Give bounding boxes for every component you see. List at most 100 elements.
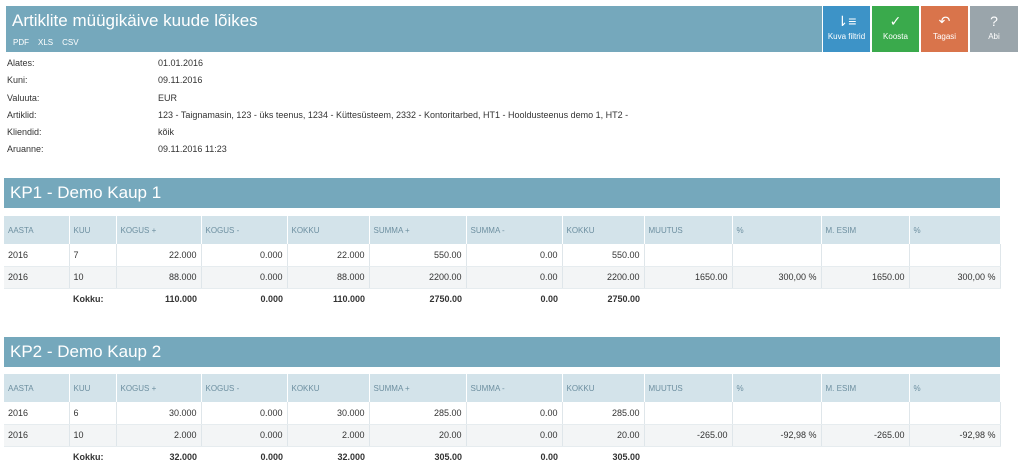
table-row: 2016 7 22.000 0.000 22.000 550.00 0.00 550.00 (4, 244, 1001, 267)
table-cell: 10 (69, 424, 117, 447)
sales-table: AASTA KUU KOGUS + KOGUS - KOKKU SUMMA + SUMMA … (4, 216, 1001, 310)
table-cell: -265.00 (821, 424, 910, 447)
table-cell: -265.00 (644, 424, 733, 447)
table-row: 2016 10 2.000 0.000 2.000 20.00 0.00 20.00 -265.… (4, 424, 1001, 447)
total-label: Kokku: (69, 288, 116, 310)
filter-button-label: Kuva filtrid (827, 32, 866, 41)
total-cell (909, 288, 1000, 310)
total-cell: 110.000 (287, 288, 369, 310)
param-label: Artiklid: (7, 109, 37, 120)
export-pdf-link[interactable]: PDF (13, 38, 29, 47)
table-cell: 0.00 (466, 402, 563, 425)
abi-button[interactable]: ? Abi (970, 6, 1018, 52)
total-cell: 32.000 (116, 446, 201, 468)
total-cell (4, 288, 69, 310)
table-cell: 10 (69, 266, 117, 289)
table-cell: 6 (69, 402, 117, 425)
column-header[interactable]: MUUTUS (644, 374, 733, 402)
column-header[interactable]: % (732, 216, 822, 244)
column-header[interactable]: KOKKU (562, 374, 645, 402)
table-cell: 300,00 % (909, 266, 1001, 289)
total-cell: 305.00 (369, 446, 466, 468)
tagasi-button[interactable]: ↶ Tagasi (921, 6, 968, 52)
export-xls-link[interactable]: XLS (38, 38, 53, 47)
table-cell: 88.000 (287, 266, 370, 289)
tagasi-button-label: Tagasi (932, 32, 957, 41)
column-header[interactable]: KUU (69, 216, 117, 244)
column-header[interactable]: KUU (69, 374, 117, 402)
column-header[interactable]: MUUTUS (644, 216, 733, 244)
column-header[interactable]: AASTA (4, 216, 70, 244)
total-cell: 2750.00 (369, 288, 466, 310)
total-cell (4, 446, 69, 468)
column-header[interactable]: M. ESIM (821, 374, 910, 402)
table-cell: 1650.00 (821, 266, 910, 289)
koosta-button[interactable]: ✓ Koosta (872, 6, 919, 52)
column-header[interactable]: % (909, 374, 1001, 402)
total-cell (821, 288, 909, 310)
table-cell: 20.00 (369, 424, 467, 447)
column-header[interactable]: AASTA (4, 374, 70, 402)
filter-button[interactable]: ⇂≡ Kuva filtrid (823, 6, 870, 52)
column-header[interactable]: KOGUS - (201, 216, 288, 244)
total-cell: 0.00 (466, 288, 562, 310)
table-cell: 0.000 (201, 402, 288, 425)
column-header[interactable]: KOGUS + (116, 374, 202, 402)
param-label: Aruanne: (7, 144, 44, 155)
table-cell: 0.000 (201, 424, 288, 447)
param-label: Kliendid: (7, 127, 42, 138)
total-cell (909, 446, 1000, 468)
table-cell: 0.00 (466, 244, 563, 267)
table-cell (644, 402, 733, 425)
page-title: Artiklite müügikäive kuude lõikes (12, 11, 258, 30)
total-cell: 110.000 (116, 288, 201, 310)
column-header[interactable]: SUMMA + (369, 216, 467, 244)
total-cell: 0.000 (201, 446, 287, 468)
table-cell: 20.00 (562, 424, 645, 447)
param-label: Valuuta: (7, 92, 40, 103)
table-cell: 2016 (4, 424, 70, 447)
column-header[interactable]: KOKKU (562, 216, 645, 244)
column-header[interactable]: KOKKU (287, 374, 370, 402)
total-cell: 32.000 (287, 446, 369, 468)
column-header[interactable]: KOKKU (287, 216, 370, 244)
table-cell: 2.000 (116, 424, 202, 447)
param-label: Kuni: (7, 75, 28, 86)
table-cell: 2200.00 (562, 266, 645, 289)
filter-list-icon: ⇂≡ (836, 13, 857, 29)
column-header[interactable]: SUMMA - (466, 374, 563, 402)
table-cell: -92,98 % (909, 424, 1001, 447)
section-title: KP1 - Demo Kaup 1 (4, 178, 1000, 208)
table-cell: 0.000 (201, 244, 288, 267)
sales-table: AASTA KUU KOGUS + KOGUS - KOKKU SUMMA + SUMMA … (4, 374, 1001, 468)
table-cell: 0.00 (466, 266, 563, 289)
column-header[interactable]: M. ESIM (821, 216, 910, 244)
table-cell: 2.000 (287, 424, 370, 447)
table-row: 2016 6 30.000 0.000 30.000 285.00 0.00 285.00 (4, 402, 1001, 425)
table-cell: 0.000 (201, 266, 288, 289)
table-cell: -92,98 % (732, 424, 822, 447)
table-cell: 22.000 (116, 244, 202, 267)
column-header[interactable]: KOGUS - (201, 374, 288, 402)
column-header[interactable]: % (909, 216, 1001, 244)
koosta-button-label: Koosta (883, 32, 908, 41)
table-cell: 7 (69, 244, 117, 267)
section-title: KP2 - Demo Kaup 2 (4, 337, 1000, 367)
table-header-row: AASTA KUU KOGUS + KOGUS - KOKKU SUMMA + SUMMA … (4, 216, 1001, 244)
column-header[interactable]: SUMMA + (369, 374, 467, 402)
column-header[interactable]: KOGUS + (116, 216, 202, 244)
total-label: Kokku: (69, 446, 116, 468)
table-cell: 2016 (4, 244, 70, 267)
help-icon: ? (990, 13, 998, 29)
total-cell: 0.000 (201, 288, 287, 310)
param-value: 123 - Taignamasin, 123 - üks teenus, 123… (158, 109, 629, 120)
column-header[interactable]: % (732, 374, 822, 402)
table-header-row: AASTA KUU KOGUS + KOGUS - KOKKU SUMMA + SUMMA … (4, 374, 1001, 402)
export-csv-link[interactable]: CSV (62, 38, 78, 47)
export-links: PDF XLS CSV (13, 38, 79, 47)
param-value: 01.01.2016 (158, 58, 204, 68)
column-header[interactable]: SUMMA - (466, 216, 563, 244)
table-cell (909, 244, 1001, 267)
reply-icon: ↶ (938, 13, 951, 29)
table-cell (732, 244, 822, 267)
